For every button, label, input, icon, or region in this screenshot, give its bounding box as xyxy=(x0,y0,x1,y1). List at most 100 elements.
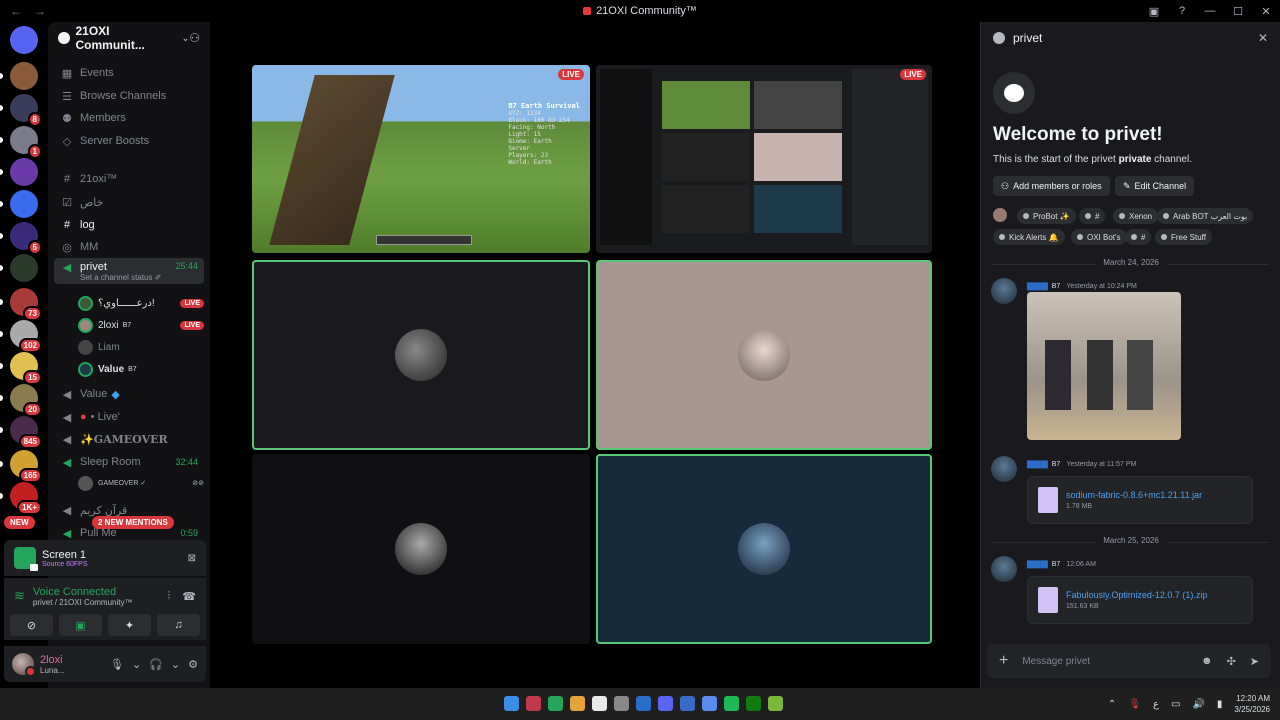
discord-icon[interactable] xyxy=(658,696,673,711)
minimize-icon[interactable]: — xyxy=(1196,5,1224,17)
voice-member[interactable]: Value B7 xyxy=(78,360,204,378)
server-icon[interactable] xyxy=(10,190,38,218)
server-icon[interactable] xyxy=(10,62,38,90)
voice-channel-value[interactable]: ◀ Value ◆ xyxy=(54,383,204,405)
role-chip[interactable]: Free Stuff xyxy=(1155,229,1212,245)
stream-tile-desktop[interactable]: LIVE xyxy=(596,65,932,253)
server-icon[interactable]: 1 xyxy=(10,126,42,159)
voice-status[interactable]: Voice Connected xyxy=(33,586,133,598)
close-window-icon[interactable]: ✕ xyxy=(1252,5,1280,18)
server-icon[interactable]: 8 xyxy=(10,94,42,127)
avatar[interactable] xyxy=(991,278,1017,304)
channel-mm[interactable]: ◎ MM xyxy=(54,236,204,258)
gear-icon[interactable]: ⚙ xyxy=(188,658,198,671)
server-icon[interactable]: 15 xyxy=(10,352,42,385)
file-name[interactable]: sodium-fabric-0.8.6+mc1.21.11.jar xyxy=(1066,490,1202,500)
video-tile[interactable] xyxy=(252,454,590,644)
role-chip[interactable]: OXI Bot's xyxy=(1071,229,1127,245)
activities-button[interactable]: ✦ xyxy=(108,614,151,636)
minecraft-icon[interactable] xyxy=(768,696,783,711)
camera-off-button[interactable]: ⊘ xyxy=(10,614,53,636)
voice-location[interactable]: privet / 21OXI Community™ xyxy=(33,598,133,607)
server-icon[interactable]: 165 xyxy=(10,450,42,483)
server-icon[interactable]: 102 xyxy=(10,320,42,353)
app-icon[interactable] xyxy=(526,696,541,711)
chevron-down-icon[interactable]: ⌄ xyxy=(132,658,141,671)
server-icon[interactable]: 1K+ xyxy=(10,482,42,515)
new-badge[interactable]: NEW xyxy=(4,516,35,529)
channel-private[interactable]: ☑ خاص xyxy=(54,191,204,213)
guild-header[interactable]: 21OXI Communit... ⌄ ⚇ xyxy=(48,22,210,54)
role-chip[interactable]: Kick Alerts 🔔 xyxy=(993,229,1065,245)
server-icon[interactable] xyxy=(10,26,38,54)
network-icon[interactable]: ▭ xyxy=(1171,699,1180,710)
channel-log[interactable]: # log xyxy=(54,214,204,236)
start-icon[interactable] xyxy=(504,696,519,711)
server-icon[interactable] xyxy=(10,158,38,186)
stream-tile-minecraft[interactable]: B7 Earth Survival XYZ: 1234 Block: 160 63 … xyxy=(252,65,590,253)
message-input[interactable]: Message privet xyxy=(1022,656,1090,667)
username[interactable]: 2loxi xyxy=(40,654,64,666)
server-icon[interactable]: 5 xyxy=(10,222,42,255)
server-icon[interactable]: 20 xyxy=(10,384,42,417)
voice-member[interactable]: Liam xyxy=(78,338,204,356)
vscode-icon[interactable] xyxy=(702,696,717,711)
invite-people-icon[interactable]: ⚇ xyxy=(189,31,200,45)
video-tile[interactable] xyxy=(252,260,590,450)
stop-stream-icon[interactable]: ⊠ xyxy=(188,553,196,564)
photoshop-icon[interactable] xyxy=(680,696,695,711)
steam-icon[interactable] xyxy=(636,696,651,711)
role-chip[interactable]: ProBot ✨ xyxy=(1017,208,1076,224)
menu-browse-channels[interactable]: ☰ Browse Channels xyxy=(54,85,204,107)
role-chip[interactable]: # xyxy=(1125,229,1152,245)
language-indicator[interactable]: ع xyxy=(1153,699,1159,710)
menu-members[interactable]: ⚉ Members xyxy=(54,107,204,129)
server-icon[interactable] xyxy=(10,254,38,282)
back-arrow-icon[interactable]: ← xyxy=(10,4,22,18)
files-icon[interactable] xyxy=(570,696,585,711)
voice-channel-gameover[interactable]: ◀ ✨GAMEOVER xyxy=(54,428,204,450)
video-tile[interactable] xyxy=(596,260,932,450)
microphone-icon[interactable]: 🎙 xyxy=(110,658,124,671)
send-icon[interactable]: ➤ xyxy=(1250,655,1259,668)
battery-icon[interactable]: ▮ xyxy=(1217,699,1223,710)
maximize-icon[interactable]: ☐ xyxy=(1224,5,1252,18)
file-attachment[interactable]: sodium-fabric-0.8.6+mc1.21.11.jar 1.78 MB xyxy=(1027,476,1253,524)
add-attachment-icon[interactable]: + xyxy=(999,652,1008,670)
voice-channel-sleep[interactable]: ◀ Sleep Room 32:44 xyxy=(54,451,204,473)
message-composer[interactable]: + Message privet ☻ ✣ ➤ xyxy=(987,644,1271,678)
noise-suppression-icon[interactable]: ⫶ xyxy=(168,590,171,603)
share-screen-button[interactable]: ▣ xyxy=(59,614,102,636)
close-icon[interactable]: ✕ xyxy=(1258,31,1268,45)
avatar[interactable] xyxy=(991,456,1017,482)
avatar[interactable] xyxy=(12,653,36,677)
new-mentions-badge[interactable]: 2 NEW MENTIONS xyxy=(92,516,174,529)
file-attachment[interactable]: Fabulously.Optimized-12.0.7 (1).zip 151.6… xyxy=(1027,576,1253,624)
xbox-icon[interactable] xyxy=(746,696,761,711)
chrome-icon[interactable] xyxy=(592,696,607,711)
role-chip[interactable]: Xenon xyxy=(1113,208,1159,224)
file-name[interactable]: Fabulously.Optimized-12.0.7 (1).zip xyxy=(1066,590,1207,600)
channel-21oxi[interactable]: #21oxi™ xyxy=(54,168,204,190)
volume-icon[interactable]: 🔊 xyxy=(1192,699,1204,710)
disconnect-icon[interactable]: ☎ xyxy=(182,590,196,603)
server-icon[interactable]: 845 xyxy=(10,416,42,449)
voice-member[interactable]: GAMEOVER ✓ ⊘⊘ xyxy=(78,474,204,492)
voice-member[interactable]: درعــــــاوي؟! LIVE xyxy=(78,294,204,312)
role-chip[interactable]: Arab BOT بوت العرب xyxy=(1157,208,1254,224)
channel-status[interactable]: Set a channel status ✐ xyxy=(80,273,161,282)
inbox-icon[interactable]: ▣ xyxy=(1140,5,1168,18)
microphone-icon[interactable]: 🎙 xyxy=(1128,699,1141,710)
message-image[interactable] xyxy=(1027,292,1181,440)
settings-icon[interactable] xyxy=(614,696,629,711)
clock[interactable]: 12:20 AM 3/25/2026 xyxy=(1234,693,1270,715)
headphones-icon[interactable]: 🎧 xyxy=(149,658,163,671)
add-members-button[interactable]: ⚇ Add members or roles xyxy=(993,176,1110,196)
voice-channel-privet[interactable]: ◀ privet 25:44 Set a channel status ✐ xyxy=(54,258,204,284)
server-icon[interactable]: 73 xyxy=(10,288,42,321)
role-chip[interactable]: # xyxy=(1079,208,1106,224)
chevron-up-icon[interactable]: ⌃ xyxy=(1108,699,1116,710)
spotify-icon[interactable] xyxy=(724,696,739,711)
help-icon[interactable]: ? xyxy=(1168,5,1196,17)
chevron-down-icon[interactable]: ⌄ xyxy=(171,658,180,671)
